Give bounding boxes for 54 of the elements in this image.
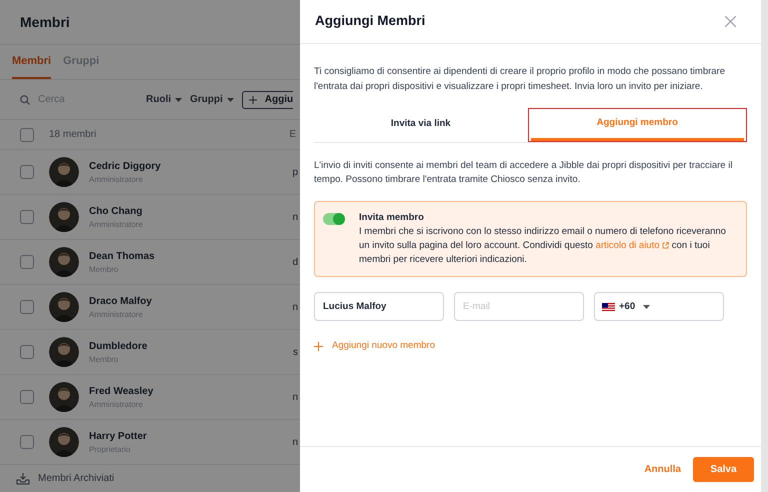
checkbox[interactable] — [20, 390, 34, 404]
country-code: +60 — [619, 300, 636, 314]
table-cell-text: n — [292, 300, 298, 314]
table-cell-text: n — [292, 210, 298, 224]
save-button[interactable]: Salva — [693, 457, 754, 482]
archive-icon — [16, 472, 30, 484]
checkbox[interactable] — [20, 255, 34, 269]
table-cell-text: n — [292, 390, 298, 404]
plus-icon — [314, 342, 323, 351]
caret-icon — [643, 304, 650, 309]
member-count: 18 membri — [49, 128, 96, 142]
table-cell-text: s — [293, 346, 298, 360]
checkbox[interactable] — [20, 210, 34, 224]
invite-toggle[interactable] — [323, 213, 345, 225]
close-icon[interactable] — [725, 16, 736, 27]
invite-title: Invita membro — [359, 211, 425, 225]
table-cell-text: d — [292, 256, 298, 270]
name-field[interactable]: Lucius Malfoy — [314, 292, 444, 322]
table-cell-text: n — [292, 436, 298, 450]
filter-dropdown[interactable]: Gruppi — [190, 92, 234, 107]
member-name: Draco Malfoy — [89, 294, 152, 308]
description-text: L'invio di inviti consente ai membri del team di accedere a Jibble dai propri dispositivi per tracciare il tempo. Possono timbrare l'entrata tramite Chiosco senza invito. — [314, 159, 734, 187]
tab[interactable]: Invita via link — [314, 108, 528, 142]
cancel-button[interactable]: Annulla — [644, 462, 681, 477]
member-name: Dean Thomas — [89, 250, 155, 264]
intro-text: Ti consigliamo di consentire ai dipendenti di creare il proprio profilo in modo che possano timbrare l'entrata dai propri dispositivi e visualizzare i propri timesheet. Invia loro un invito per iniziare. — [314, 65, 726, 94]
checkbox[interactable] — [20, 435, 34, 449]
search-icon — [20, 94, 30, 104]
flag-icon — [602, 302, 615, 311]
add-button[interactable]: Aggiu — [242, 90, 294, 108]
tab[interactable]: Aggiungi membro — [528, 108, 747, 142]
invite-text: I membri che si iscrivono con lo stesso indirizzo email o numero di telefono riceveranno un invito sulla pagina del loro account. Condividi questo articolo di aiuto con i tuoi membri per ricevere ulteriori indicazioni. — [359, 225, 727, 268]
member-name: Cedric Diggory — [89, 160, 161, 174]
caret-icon — [226, 98, 234, 102]
checkbox[interactable] — [20, 128, 34, 142]
caret-icon — [175, 98, 182, 102]
member-name: Fred Weasley — [89, 384, 154, 398]
external-link-icon — [662, 242, 670, 250]
checkbox[interactable] — [20, 300, 34, 314]
page-title: Membri — [20, 12, 70, 32]
phone-field[interactable]: +60 — [594, 292, 724, 322]
checkbox[interactable] — [20, 165, 34, 179]
column-header: E — [289, 128, 296, 142]
archived-members-link[interactable]: Membri Archiviati — [38, 471, 114, 486]
email-field[interactable]: E-mail — [454, 292, 584, 322]
add-new-member-link[interactable]: Aggiungi nuovo membro — [314, 339, 435, 354]
dialog-title: Aggiungi Membri — [315, 12, 426, 30]
member-name: Dumbledore — [89, 340, 148, 354]
table-cell-text: p — [292, 166, 298, 180]
member-name: Cho Chang — [89, 204, 143, 218]
member-name: Harry Potter — [89, 430, 147, 444]
filter-dropdown[interactable]: Ruoli — [146, 92, 182, 107]
plus-icon — [248, 96, 257, 104]
checkbox[interactable] — [20, 345, 34, 359]
